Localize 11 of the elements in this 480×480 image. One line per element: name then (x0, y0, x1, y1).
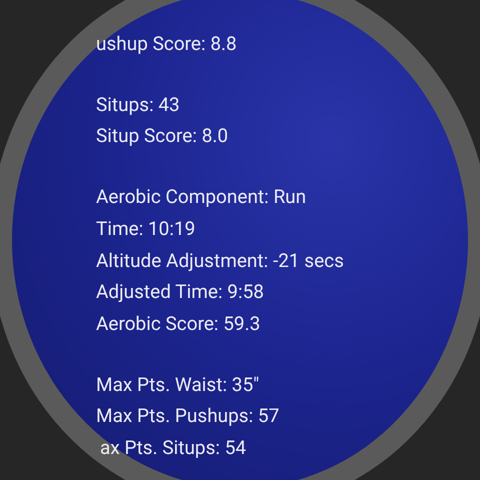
stat-text: Max Pts. Waist: 35" (96, 372, 260, 398)
stat-text: Time: 10:19 (96, 216, 196, 242)
stat-text: Max Pts. Pushups: 57 (96, 403, 280, 430)
stat-text: Situps: 43 (96, 92, 180, 118)
stat-text: Aerobic Component: Run (96, 184, 306, 210)
stat-text: ushup Score: 8.8 (96, 31, 237, 57)
stat-text: Aerobic Score: 59.3 (96, 310, 260, 337)
stat-text: Situp Score: 8.0 (96, 123, 228, 150)
stat-text: Adjusted Time: 9:58 (96, 279, 264, 306)
stat-text: ax Pts. Situps: 54 (100, 435, 246, 462)
stat-text: Altitude Adjustment: -21 secs (96, 248, 344, 274)
